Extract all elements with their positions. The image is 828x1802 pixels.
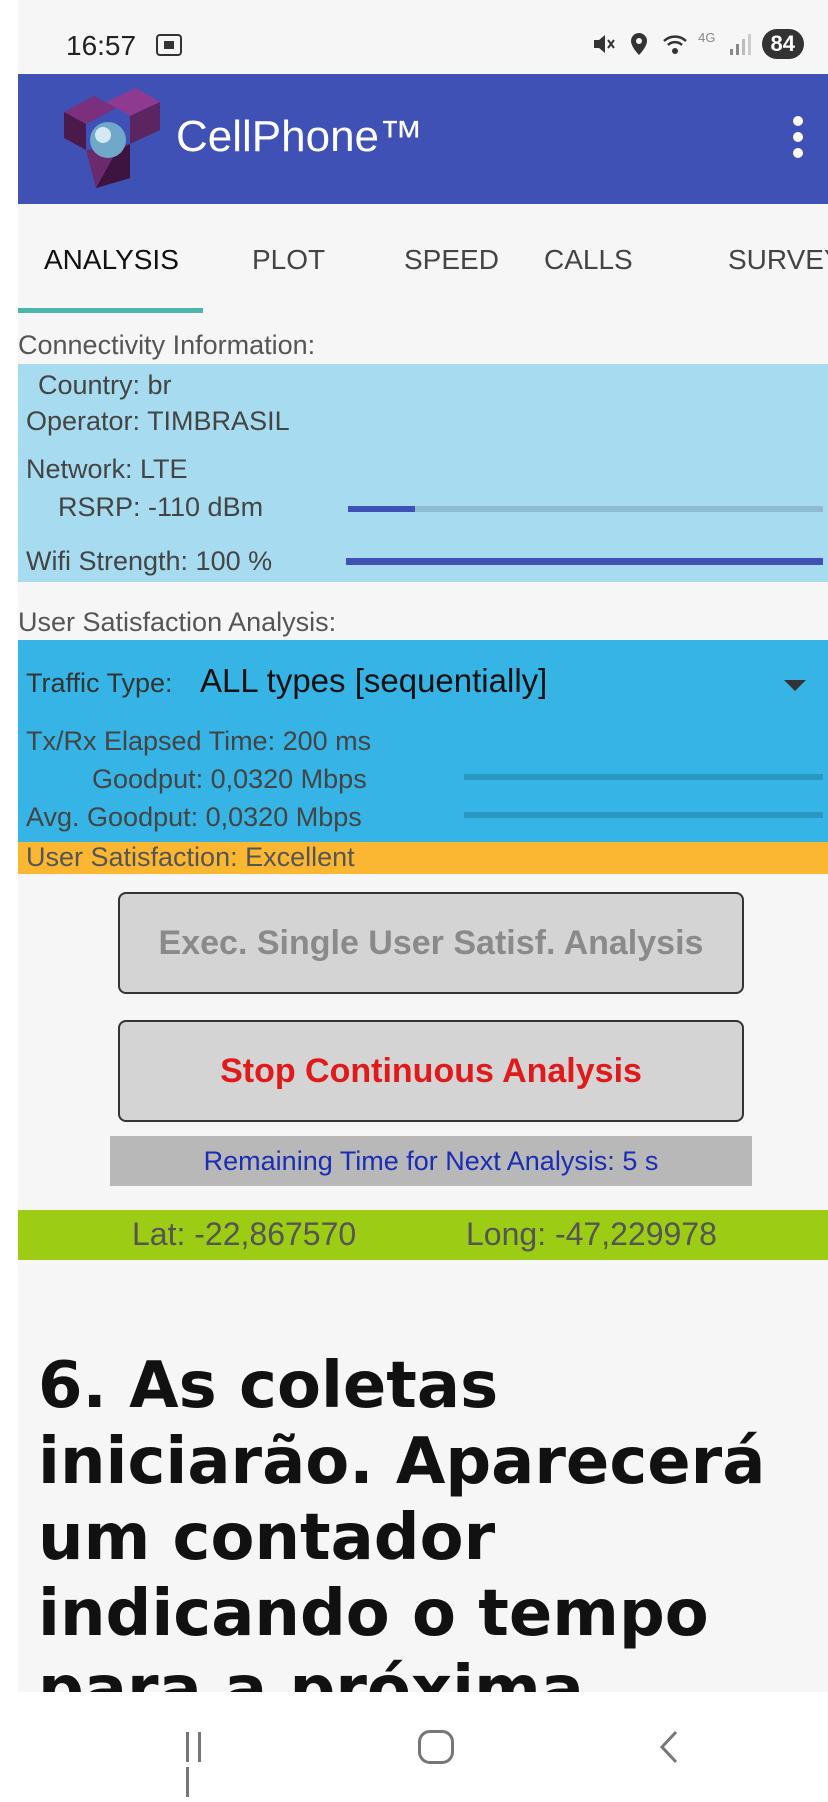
location-bar: Lat: -22,867570 Long: -47,229978 bbox=[18, 1210, 828, 1260]
dropdown-arrow-icon bbox=[784, 680, 806, 691]
network-label: Network: LTE bbox=[26, 454, 188, 484]
traffic-type-select[interactable]: Traffic Type: ALL types [sequentially] bbox=[18, 640, 828, 720]
screen: 16:57 4G 84 CellPhone™ ANALYSIS PLOT SPE… bbox=[18, 0, 828, 1765]
app-bar: CellPhone™ bbox=[18, 74, 828, 204]
rsrp-label: RSRP: -110 dBm bbox=[58, 492, 264, 522]
wifi-progress-fill bbox=[346, 558, 823, 565]
goodput-label: Goodput: 0,0320 Mbps bbox=[92, 764, 367, 794]
tab-analysis[interactable]: ANALYSIS bbox=[44, 244, 179, 276]
stop-continuous-analysis-button[interactable]: Stop Continuous Analysis bbox=[118, 1020, 744, 1122]
signal-icon bbox=[729, 34, 751, 55]
avg-goodput-label: Avg. Goodput: 0,0320 Mbps bbox=[26, 802, 362, 832]
location-icon bbox=[631, 33, 648, 55]
recent-apps-icon[interactable] bbox=[186, 1732, 220, 1797]
traffic-type-value: ALL types [sequentially] bbox=[200, 662, 548, 699]
rsrp-progress-fill bbox=[348, 506, 415, 512]
screenshot-icon bbox=[156, 34, 182, 56]
remaining-time-label: Remaining Time for Next Analysis: 5 s bbox=[110, 1136, 752, 1186]
network-type: 4G bbox=[698, 29, 716, 45]
tab-plot[interactable]: PLOT bbox=[252, 244, 325, 276]
connectivity-header: Connectivity Information: bbox=[18, 330, 316, 360]
satisfaction-header: User Satisfaction Analysis: bbox=[18, 607, 337, 637]
battery-icon: 84 bbox=[761, 29, 804, 59]
more-vert-icon[interactable] bbox=[788, 116, 808, 162]
exec-single-analysis-button[interactable]: Exec. Single User Satisf. Analysis bbox=[118, 892, 744, 994]
tab-speed[interactable]: SPEED bbox=[404, 244, 499, 276]
app-title: CellPhone™ bbox=[176, 112, 424, 161]
mute-icon bbox=[594, 35, 615, 53]
wifi-icon bbox=[663, 35, 688, 54]
rsrp-progress-bar bbox=[348, 506, 823, 512]
connectivity-panel: Country: br Operator: TIMBRASIL Network:… bbox=[18, 364, 828, 582]
app-logo bbox=[64, 88, 160, 188]
satisfaction-result-bar: User Satisfaction: Excellent bbox=[18, 842, 828, 874]
longitude-label: Long: -47,229978 bbox=[466, 1216, 717, 1252]
status-bar: 16:57 4G 84 bbox=[18, 0, 828, 74]
status-icons: 4G 84 bbox=[590, 26, 804, 62]
tab-indicator bbox=[18, 308, 203, 313]
home-icon[interactable] bbox=[418, 1730, 454, 1764]
back-icon[interactable] bbox=[654, 1730, 684, 1764]
goodput-progress-bar bbox=[464, 774, 823, 780]
wifi-progress-bar bbox=[346, 558, 823, 565]
tab-calls[interactable]: CALLS bbox=[544, 244, 633, 276]
tab-bar: ANALYSIS PLOT SPEED CALLS SURVEY bbox=[18, 204, 828, 314]
operator-label: Operator: TIMBRASIL bbox=[26, 406, 290, 436]
tab-survey[interactable]: SURVEY bbox=[728, 244, 828, 276]
latitude-label: Lat: -22,867570 bbox=[132, 1216, 357, 1252]
traffic-type-label: Traffic Type: bbox=[26, 668, 173, 698]
avg-goodput-progress-bar bbox=[464, 812, 823, 818]
country-label: Country: br bbox=[38, 370, 172, 400]
elapsed-time-label: Tx/Rx Elapsed Time: 200 ms bbox=[26, 726, 372, 756]
satisfaction-panel: Traffic Type: ALL types [sequentially] T… bbox=[18, 640, 828, 842]
wifi-strength-label: Wifi Strength: 100 % bbox=[26, 546, 273, 576]
satisfaction-result: User Satisfaction: Excellent bbox=[26, 842, 355, 872]
status-time: 16:57 bbox=[66, 30, 137, 61]
navigation-bar bbox=[0, 1692, 828, 1797]
